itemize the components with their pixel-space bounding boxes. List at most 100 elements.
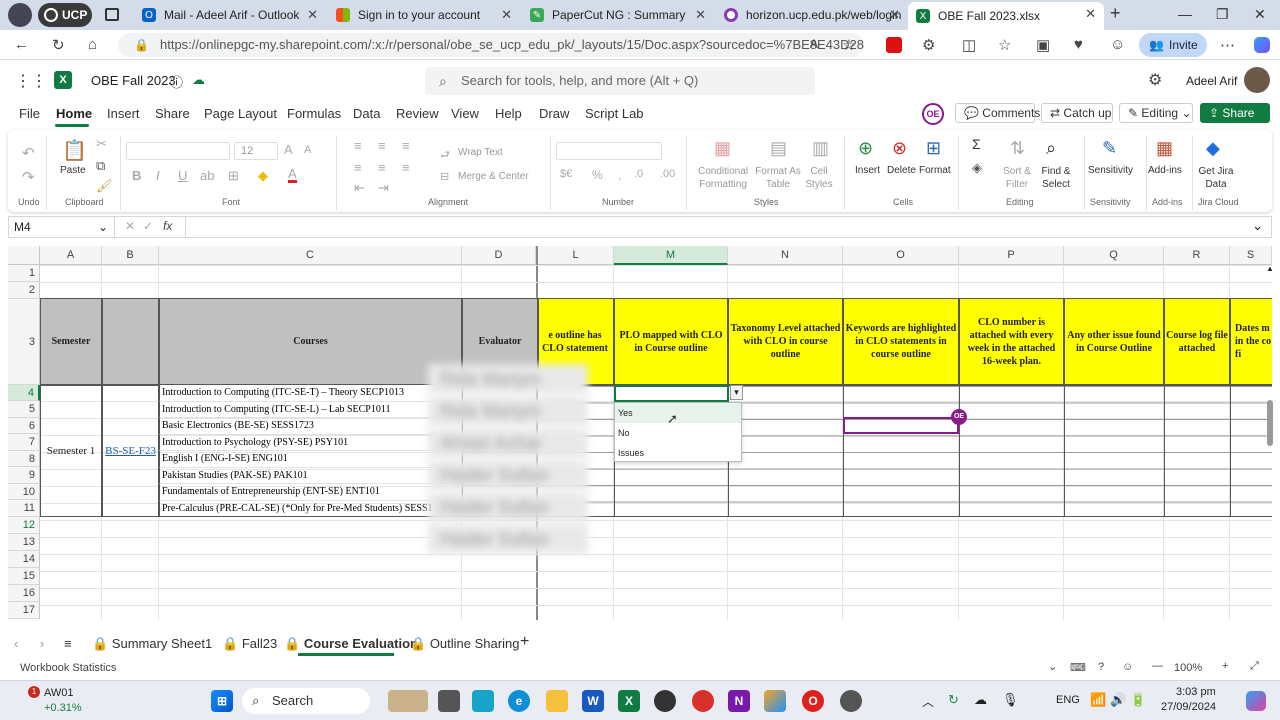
row-header[interactable]: 17 <box>8 602 40 619</box>
column-header-B[interactable]: B <box>102 246 159 265</box>
sensitivity-button[interactable]: Sensitivity <box>1088 165 1133 176</box>
align-right-icon[interactable]: ≡ <box>402 160 410 175</box>
row-header[interactable]: 5 <box>8 401 40 418</box>
format-painter-icon[interactable]: 🖌 <box>96 178 113 194</box>
minimize-icon[interactable]: — <box>1178 6 1192 22</box>
stock-name[interactable]: AW01 <box>44 687 74 699</box>
find-select-button[interactable]: Find & Select <box>1038 165 1074 191</box>
microphone-icon[interactable]: 🎙 <box>1002 692 1019 708</box>
increase-decimal-icon[interactable]: .0 <box>634 168 643 180</box>
course-cell[interactable]: Pakistan Studies (PAK-SE) PAK101 <box>159 468 462 484</box>
tab-actions-icon[interactable] <box>105 8 119 21</box>
url-field[interactable]: 🔒 https://onlinepgc-my.sharepoint.com/:x… <box>118 33 864 57</box>
favorites-icon[interactable]: ☆ <box>998 36 1011 54</box>
header-taxonomy-level[interactable]: Taxonomy Level attached with CLO in cour… <box>728 298 843 385</box>
copy-icon[interactable]: ⧉ <box>96 158 105 174</box>
column-header-S[interactable]: S <box>1230 246 1272 265</box>
new-tab-icon[interactable]: + <box>1110 3 1121 24</box>
fill-color-icon[interactable]: ◆ <box>258 168 268 184</box>
share-button[interactable]: ⇪ Share <box>1200 103 1270 123</box>
horizontal-scrollbar[interactable] <box>538 619 1258 620</box>
row-header[interactable]: 4 <box>8 385 40 401</box>
refresh-icon[interactable]: ↻ <box>52 36 65 54</box>
tab-signin[interactable]: Sign in to your account ✕ <box>328 3 520 27</box>
autosum-icon[interactable]: Σ <box>972 136 981 152</box>
italic-icon[interactable]: I <box>156 168 160 183</box>
search-input[interactable]: ⌕ Search for tools, help, and more (Alt … <box>425 67 815 95</box>
comma-icon[interactable]: , <box>618 168 621 182</box>
taskbar-search[interactable]: ⌕ Search <box>242 688 370 714</box>
onenote-icon[interactable]: N <box>728 690 750 712</box>
menu-draw[interactable]: Draw <box>539 106 569 121</box>
scroll-thumb[interactable] <box>1267 400 1273 446</box>
next-sheet-icon[interactable]: › <box>40 636 44 651</box>
column-header-O[interactable]: O <box>843 246 959 265</box>
percent-icon[interactable]: % <box>592 168 603 182</box>
course-cell[interactable]: Introduction to Psychology (PSY-SE) PSY1… <box>159 435 462 451</box>
read-aloud-icon[interactable]: A <box>810 37 818 51</box>
presence-avatar[interactable]: OE <box>922 103 944 125</box>
header-course-log[interactable]: Course log file attached <box>1164 298 1230 385</box>
row-header[interactable]: 3 <box>8 299 40 385</box>
menu-view[interactable]: View <box>451 106 479 121</box>
menu-share[interactable]: Share <box>155 106 190 121</box>
select-all-corner[interactable] <box>8 246 40 265</box>
menu-home[interactable]: Home <box>56 106 92 121</box>
name-box[interactable]: M4 ⌄ <box>9 217 115 237</box>
course-cell[interactable]: Introduction to Computing (ITC-SE-T) – T… <box>159 385 462 402</box>
opera-icon[interactable]: O <box>802 690 824 712</box>
jira-icon[interactable]: ◆ <box>1206 138 1220 159</box>
paint-icon[interactable] <box>764 690 786 712</box>
header-semester[interactable]: Semester <box>40 298 102 385</box>
addins-icon[interactable]: ▦ <box>1156 138 1173 159</box>
browser-essentials-icon[interactable]: ♥ <box>1074 36 1083 53</box>
semester-cell[interactable]: Semester 1 <box>40 385 102 517</box>
insert-cells-button[interactable]: Insert <box>855 165 880 176</box>
menu-review[interactable]: Review <box>396 106 439 121</box>
column-header-C[interactable]: C <box>159 246 462 265</box>
insert-function-icon[interactable]: fx <box>163 219 172 233</box>
app-launcher-icon[interactable]: ⋮⋮ <box>15 71 47 91</box>
course-cell[interactable]: Basic Electronics (BE-SE) SESS1723 <box>159 418 462 435</box>
column-header-M[interactable]: M <box>614 246 728 265</box>
font-name-select[interactable] <box>126 142 230 160</box>
sensitivity-icon[interactable]: ⓘ <box>170 72 183 91</box>
sheet-tab-sheet1[interactable]: Sheet1 <box>171 636 212 651</box>
tray-chevron-icon[interactable]: ︿ <box>922 693 934 710</box>
formula-input[interactable] <box>185 217 1245 237</box>
profile-avatar[interactable] <box>8 3 32 27</box>
back-icon[interactable]: ← <box>14 36 29 53</box>
close-tab-icon[interactable]: ✕ <box>1085 6 1096 22</box>
settings-icon[interactable]: ⚙ <box>1148 70 1162 90</box>
undo-icon[interactable]: ↶ <box>22 144 35 162</box>
column-header-P[interactable]: P <box>959 246 1064 265</box>
all-sheets-icon[interactable]: ≡ <box>64 636 72 651</box>
format-cells-button[interactable]: Format <box>919 165 951 176</box>
menu-script-lab[interactable]: Script Lab <box>585 106 644 121</box>
course-cell[interactable]: Pre-Calculus (PRE-CAL-SE) (*Only for Pre… <box>159 501 462 517</box>
sort-filter-button[interactable]: Sort & Filter <box>1002 165 1032 191</box>
dropdown-option-issues[interactable]: Issues <box>615 443 741 463</box>
header-program[interactable] <box>102 298 159 385</box>
close-tab-icon[interactable]: ✕ <box>889 7 900 23</box>
cell-styles-icon[interactable]: ▥ <box>812 138 829 159</box>
close-tab-icon[interactable]: ✕ <box>501 7 512 23</box>
align-bottom-icon[interactable]: ≡ <box>402 138 410 153</box>
sheet-tab-summary[interactable]: 🔒 Summary <box>92 636 167 652</box>
row-header[interactable]: 9 <box>8 467 40 484</box>
invite-button[interactable]: 👥 Invite <box>1139 33 1207 57</box>
comments-button[interactable]: 💬 Comments <box>955 103 1040 123</box>
file-title[interactable]: OBE Fall 2023 <box>91 73 176 88</box>
row-header[interactable]: 6 <box>8 418 40 434</box>
dropdown-option-yes[interactable]: Yes <box>615 403 741 423</box>
menu-insert[interactable]: Insert <box>107 106 140 121</box>
add-sheet-icon[interactable]: + <box>520 633 529 651</box>
delete-cells-button[interactable]: Delete <box>887 165 916 176</box>
cut-icon[interactable]: ✂ <box>96 136 107 152</box>
collaborator-badge[interactable]: OE <box>951 409 967 425</box>
zoom-level[interactable]: 100% <box>1174 662 1202 674</box>
conditional-formatting-button[interactable]: Conditional Formatting <box>694 165 752 191</box>
borders-icon[interactable]: ⊞ <box>228 168 239 184</box>
number-format-select[interactable] <box>556 142 662 160</box>
split-screen-icon[interactable]: ◫ <box>962 36 976 54</box>
